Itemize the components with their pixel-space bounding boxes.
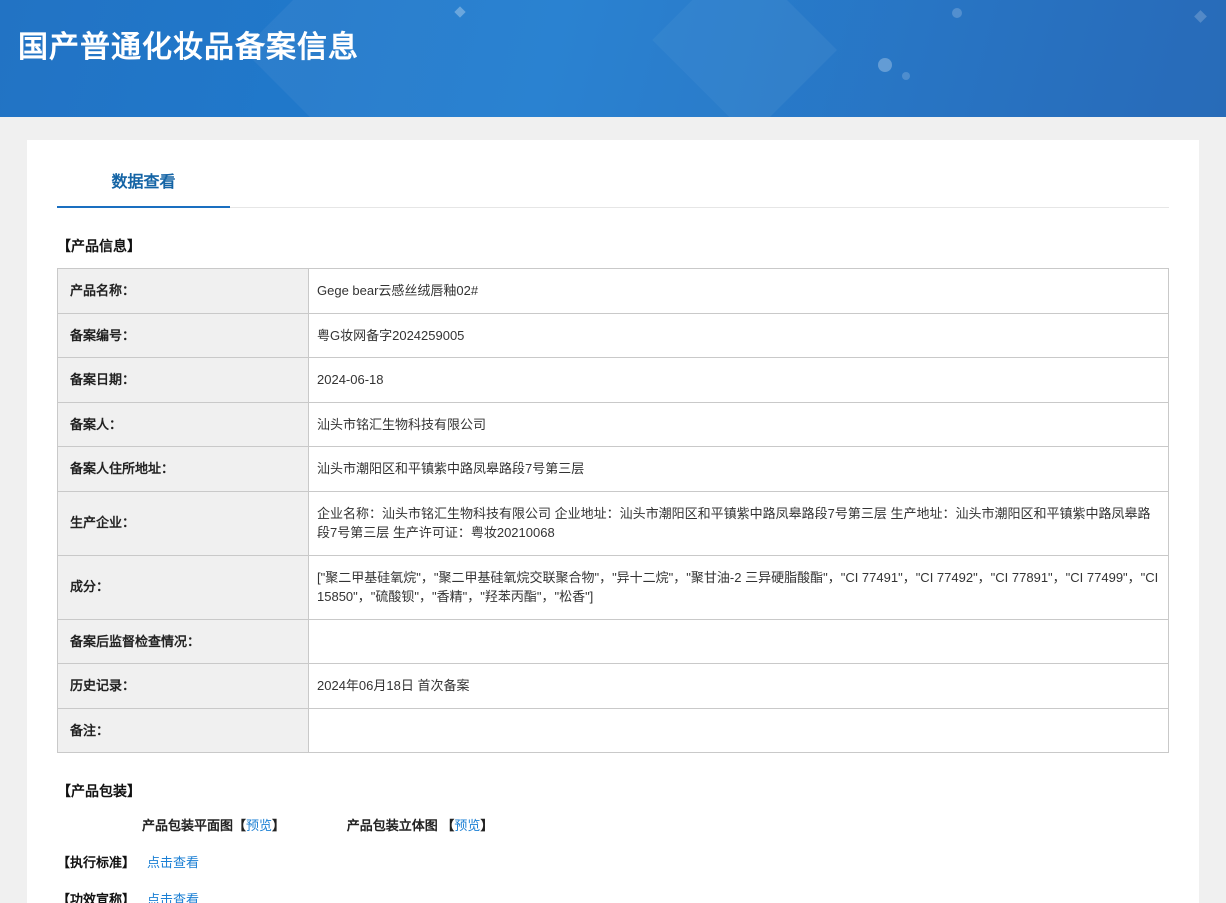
row-value: 粤G妆网备字2024259005 — [308, 312, 1169, 358]
bracket-open: 【 — [233, 818, 247, 833]
row-value: 2024-06-18 — [308, 357, 1169, 403]
packaging-flat-label: 产品包装平面图【预览】 — [142, 818, 285, 833]
table-row: 备案人住所地址： 汕头市潮阳区和平镇紫中路凤皋路段7号第三层 — [57, 446, 1169, 492]
decorative-dot — [902, 72, 910, 80]
row-value: ["聚二甲基硅氧烷"，"聚二甲基硅氧烷交联聚合物"，"异十二烷"，"聚甘油-2 … — [308, 554, 1169, 620]
tab-data-view[interactable]: 数据查看 — [57, 168, 230, 208]
row-label: 备案人： — [57, 401, 309, 447]
row-value — [308, 707, 1169, 753]
decorative-dot — [952, 8, 962, 18]
decorative-band — [652, 0, 1226, 117]
row-label: 备注： — [57, 707, 309, 753]
bracket-open: 【 — [441, 818, 455, 833]
row-label: 历史记录： — [57, 663, 309, 709]
standard-view-link[interactable]: 点击查看 — [147, 855, 199, 870]
row-value: 汕头市铭汇生物科技有限公司 — [308, 401, 1169, 447]
table-row: 备案人： 汕头市铭汇生物科技有限公司 — [57, 401, 1169, 447]
section-heading-efficacy: 【功效宣称】 — [57, 892, 136, 903]
table-row: 备案编号： 粤G妆网备字2024259005 — [57, 312, 1169, 358]
efficacy-view-link[interactable]: 点击查看 — [147, 892, 199, 903]
packaging-stereo-label: 产品包装立体图 【预览】 — [347, 818, 494, 833]
row-label: 备案后监督检查情况： — [57, 618, 309, 664]
packaging-row: 产品包装平面图【预览】 产品包装立体图 【预览】 — [57, 815, 1169, 834]
row-value: 2024年06月18日 首次备案 — [308, 663, 1169, 709]
row-label: 备案日期： — [57, 357, 309, 403]
page-header: 国产普通化妆品备案信息 — [0, 0, 1226, 117]
bracket-close: 】 — [480, 818, 494, 833]
tab-strip: 数据查看 — [57, 168, 1169, 208]
table-row: 备案后监督检查情况： — [57, 618, 1169, 664]
section-heading-standard: 【执行标准】 — [57, 855, 136, 870]
table-row: 备案日期： 2024-06-18 — [57, 357, 1169, 403]
packaging-stereo-text: 产品包装立体图 — [346, 818, 442, 833]
row-value — [308, 618, 1169, 664]
product-info-table: 产品名称： Gege bear云感丝绒唇釉02# 备案编号： 粤G妆网备字202… — [57, 268, 1169, 753]
standard-row: 【执行标准】 点击查看 — [57, 852, 1169, 871]
row-value: 企业名称：汕头市铭汇生物科技有限公司 企业地址：汕头市潮阳区和平镇紫中路凤皋路段… — [308, 490, 1169, 556]
packaging-flat-preview-link[interactable]: 预览 — [246, 818, 272, 833]
decorative-dot — [878, 58, 892, 72]
row-value: 汕头市潮阳区和平镇紫中路凤皋路段7号第三层 — [308, 446, 1169, 492]
efficacy-row: 【功效宣称】 点击查看 — [57, 889, 1169, 903]
packaging-flat-text: 产品包装平面图 — [142, 818, 234, 833]
section-heading-packaging: 【产品包装】 — [57, 783, 141, 799]
table-row: 历史记录： 2024年06月18日 首次备案 — [57, 663, 1169, 709]
row-label: 产品名称： — [57, 268, 309, 314]
row-label: 备案人住所地址： — [57, 446, 309, 492]
row-label: 成分： — [57, 554, 309, 620]
packaging-stereo-preview-link[interactable]: 预览 — [454, 818, 480, 833]
table-row: 备注： — [57, 707, 1169, 753]
section-heading-product-info: 【产品信息】 — [57, 238, 141, 254]
content-card: 数据查看 【产品信息】 产品名称： Gege bear云感丝绒唇釉02# 备案编… — [27, 140, 1199, 903]
table-row: 产品名称： Gege bear云感丝绒唇釉02# — [57, 268, 1169, 314]
bracket-close: 】 — [272, 818, 286, 833]
row-label: 备案编号： — [57, 312, 309, 358]
row-value: Gege bear云感丝绒唇釉02# — [308, 268, 1169, 314]
row-label: 生产企业： — [57, 490, 309, 556]
page-title: 国产普通化妆品备案信息 — [18, 31, 359, 64]
table-row: 生产企业： 企业名称：汕头市铭汇生物科技有限公司 企业地址：汕头市潮阳区和平镇紫… — [57, 490, 1169, 556]
table-row: 成分： ["聚二甲基硅氧烷"，"聚二甲基硅氧烷交联聚合物"，"异十二烷"，"聚甘… — [57, 554, 1169, 620]
